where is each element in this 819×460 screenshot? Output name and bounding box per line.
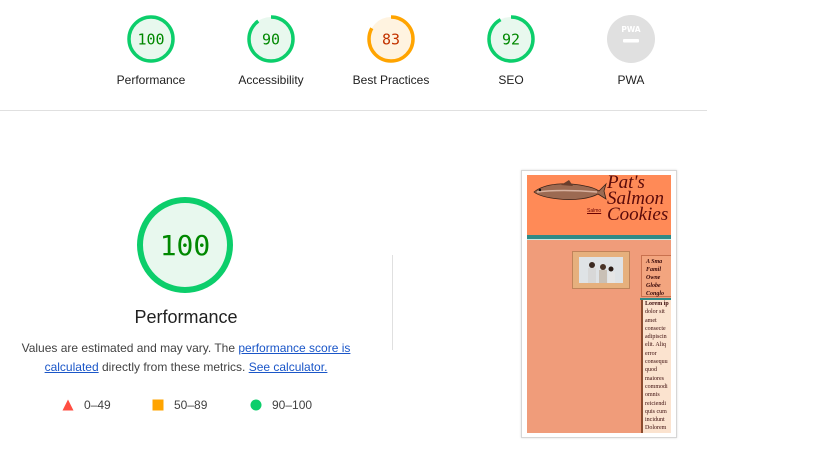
screenshot-body-text: Lorem ip dolor sit amet consecte adipiscin el… — [641, 300, 671, 433]
legend-fail-range: 0–49 — [84, 398, 111, 412]
best-practices-label: Best Practices — [352, 73, 430, 87]
best-practices-gauge[interactable]: 83 Best Practices — [331, 14, 451, 87]
main-performance-title: Performance — [134, 307, 238, 327]
score-description: Values are estimated and may vary. The p… — [10, 339, 362, 377]
body-text-line: consequu — [645, 359, 668, 366]
main-performance-score: 100 — [160, 229, 211, 262]
pwa-badge-icon: PWA — [607, 15, 655, 63]
performance-score: 100 — [137, 31, 164, 49]
body-text-line: quis cum — [645, 408, 667, 415]
legend-average-range: 50–89 — [174, 398, 208, 412]
photo-image — [579, 257, 623, 283]
body-text-line: elit. Aliq — [645, 342, 666, 349]
legend-average: 50–89 — [152, 398, 207, 412]
body-text-line: Dolorem — [645, 425, 667, 432]
body-text-line: omnis — [645, 392, 660, 399]
performance-gauge-ring: 100 — [127, 15, 175, 63]
body-text-line: incidunt — [645, 417, 665, 424]
circle-icon — [250, 399, 262, 411]
seo-score: 92 — [502, 31, 520, 49]
accessibility-gauge[interactable]: 90 Accessibility — [211, 14, 331, 87]
tagline-line: Famil — [646, 267, 662, 273]
triangle-icon — [62, 399, 74, 411]
accessibility-label: Accessibility — [238, 73, 304, 87]
tagline-line: A Sma — [646, 259, 663, 265]
category-gauges: 100 Performance 90 Accessibility 83 Best… — [0, 0, 707, 111]
body-text-line: adipiscin — [645, 334, 667, 341]
body-text-line: quod — [645, 367, 657, 374]
body-text-line: error — [645, 350, 657, 357]
screenshot-tagline-box: A Sma Famil Owne Globe Conglo — [641, 255, 671, 297]
performance-label: Performance — [116, 73, 186, 87]
pwa-label: PWA — [617, 73, 645, 87]
seo-gauge-ring: 92 — [487, 15, 535, 63]
screenshot-family-photo — [572, 251, 630, 289]
section-divider — [392, 255, 393, 350]
seo-gauge[interactable]: 92 SEO — [451, 14, 571, 87]
description-prefix: Values are estimated and may vary. The — [21, 341, 239, 355]
accessibility-gauge-ring: 90 — [247, 15, 295, 63]
pwa-dash-icon — [623, 39, 639, 43]
screenshot-content: Pat's Salmon Cookies Salmo A Sma Famil O… — [527, 175, 671, 433]
legend-pass-range: 90–100 — [272, 398, 313, 412]
best-practices-score: 83 — [382, 31, 400, 49]
salmon-icon — [533, 180, 607, 201]
accessibility-score: 90 — [262, 31, 280, 49]
page-screenshot[interactable]: Pat's Salmon Cookies Salmo A Sma Famil O… — [521, 170, 677, 438]
body-text-line: reiciendi — [645, 400, 666, 407]
legend-pass: 90–100 — [250, 398, 312, 412]
screenshot-teal-band — [527, 235, 671, 240]
main-performance-gauge: 100 — [137, 197, 233, 293]
tagline-line: Owne — [646, 275, 661, 281]
pwa-gauge[interactable]: PWA PWA — [571, 14, 691, 87]
screenshot-header: Pat's Salmon Cookies Salmo — [527, 175, 671, 235]
square-icon — [152, 399, 164, 411]
best-practices-gauge-ring: 83 — [367, 15, 415, 63]
screenshot-title-line: Cookies — [607, 204, 669, 225]
description-middle: directly from these metrics. — [98, 360, 249, 374]
performance-gauge[interactable]: 100 Performance — [91, 14, 211, 87]
pwa-badge-text: PWA — [621, 25, 640, 34]
body-text-line: maiores — [645, 375, 664, 382]
seo-label: SEO — [498, 73, 524, 87]
body-text-line: consecte — [645, 325, 666, 332]
screenshot-site-title: Pat's Salmon Cookies — [607, 175, 669, 225]
body-text-line: dolor sit — [645, 309, 665, 316]
tagline-line: Globe — [646, 283, 661, 289]
family-photo-icon — [588, 262, 615, 283]
screenshot-nav-link: Salmo — [587, 208, 602, 214]
see-calculator-link[interactable]: See calculator. — [249, 360, 328, 374]
legend-fail: 0–49 — [62, 398, 111, 412]
body-text-line: amet — [645, 317, 657, 324]
tagline-line: Conglo — [646, 291, 665, 297]
body-text-line: Lorem ip — [645, 301, 669, 307]
body-text-line: commodi — [645, 383, 668, 390]
